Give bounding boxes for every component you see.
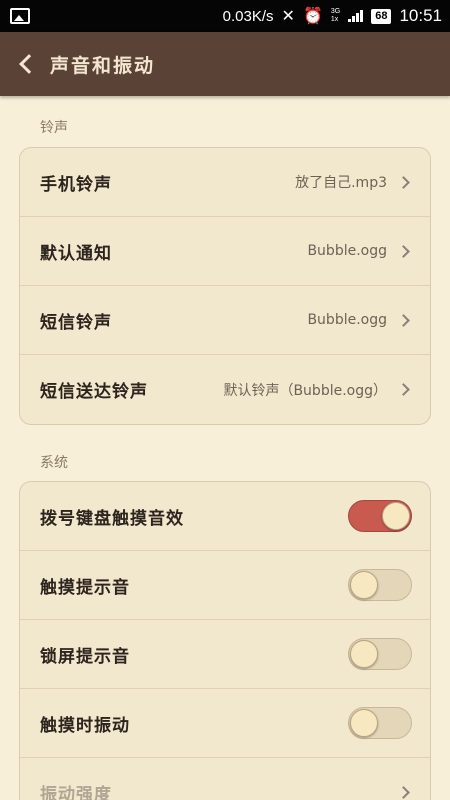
settings-item-touch-sound[interactable]: 触摸提示音 — [20, 551, 430, 620]
chevron-right-icon — [397, 786, 410, 799]
alarm-clock-icon: ⏰ — [302, 8, 323, 25]
lockscreen-sound-toggle[interactable] — [348, 638, 412, 670]
network-sub-label: 1x — [330, 16, 339, 23]
item-label: 振动强度 — [40, 785, 112, 800]
item-label: 触摸时振动 — [40, 715, 130, 736]
settings-item-sms-delivered-ringtone[interactable]: 短信送达铃声 默认铃声（Bubble.ogg） — [20, 355, 430, 424]
chevron-right-icon — [397, 244, 410, 258]
toggle-knob — [350, 709, 378, 737]
network-type-label: 3G — [330, 8, 341, 15]
chevron-right-icon — [397, 383, 410, 396]
item-value: Bubble.ogg — [307, 243, 387, 259]
status-bar: 0.03K/s ✕ ⏰ 3G 1x 68 10:51 — [0, 0, 450, 32]
clock: 10:51 — [399, 6, 442, 25]
item-label: 触摸提示音 — [40, 577, 130, 598]
settings-item-sms-ringtone[interactable]: 短信铃声 Bubble.ogg — [20, 286, 430, 355]
item-label: 短信送达铃声 — [40, 382, 148, 402]
settings-item-touch-vibration[interactable]: 触摸时振动 — [20, 689, 430, 758]
silent-mode-icon: ✕ — [281, 8, 295, 25]
item-label: 拨号键盘触摸音效 — [40, 508, 184, 529]
section-label-ringtone: 铃声 — [40, 120, 68, 136]
settings-item-vibration-strength[interactable]: 振动强度 — [20, 758, 430, 800]
item-value: 放了自己.mp3 — [295, 175, 387, 191]
toggle-knob — [382, 502, 410, 530]
chevron-right-icon — [397, 313, 410, 327]
item-label: 锁屏提示音 — [40, 646, 130, 667]
signal-strength-icon — [348, 10, 364, 22]
settings-item-lockscreen-sound[interactable]: 锁屏提示音 — [20, 620, 430, 689]
battery-indicator: 68 — [371, 8, 392, 24]
item-label: 默认通知 — [40, 243, 112, 264]
system-card: 拨号键盘触摸音效 触摸提示音 锁屏提示音 触摸时振动 振动强度 — [19, 481, 431, 800]
toggle-knob — [350, 640, 378, 668]
settings-item-phone-ringtone[interactable]: 手机铃声 放了自己.mp3 — [20, 148, 430, 217]
chevron-right-icon — [397, 175, 410, 189]
section-label-system: 系统 — [40, 455, 68, 471]
back-button[interactable] — [0, 32, 50, 96]
network-speed: 0.03K/s — [222, 7, 274, 25]
back-arrow-icon — [19, 54, 39, 74]
image-notification-icon — [10, 8, 30, 24]
page-title: 声音和振动 — [50, 54, 156, 77]
item-label: 短信铃声 — [40, 312, 112, 333]
settings-item-default-notification[interactable]: 默认通知 Bubble.ogg — [20, 217, 430, 286]
network-type: 3G 1x — [331, 8, 340, 24]
item-value: Bubble.ogg — [307, 312, 387, 328]
toggle-knob — [350, 571, 378, 599]
touch-vibration-toggle[interactable] — [348, 707, 412, 739]
dialpad-touch-sound-toggle[interactable] — [348, 500, 412, 532]
app-header: 声音和振动 — [0, 32, 450, 96]
touch-sound-toggle[interactable] — [348, 569, 412, 601]
item-label: 手机铃声 — [40, 174, 112, 195]
settings-item-dialpad-touch-sound[interactable]: 拨号键盘触摸音效 — [20, 482, 430, 551]
item-value: 默认铃声（Bubble.ogg） — [223, 382, 387, 399]
ringtone-card: 手机铃声 放了自己.mp3 默认通知 Bubble.ogg 短信铃声 Bubbl… — [19, 147, 431, 425]
